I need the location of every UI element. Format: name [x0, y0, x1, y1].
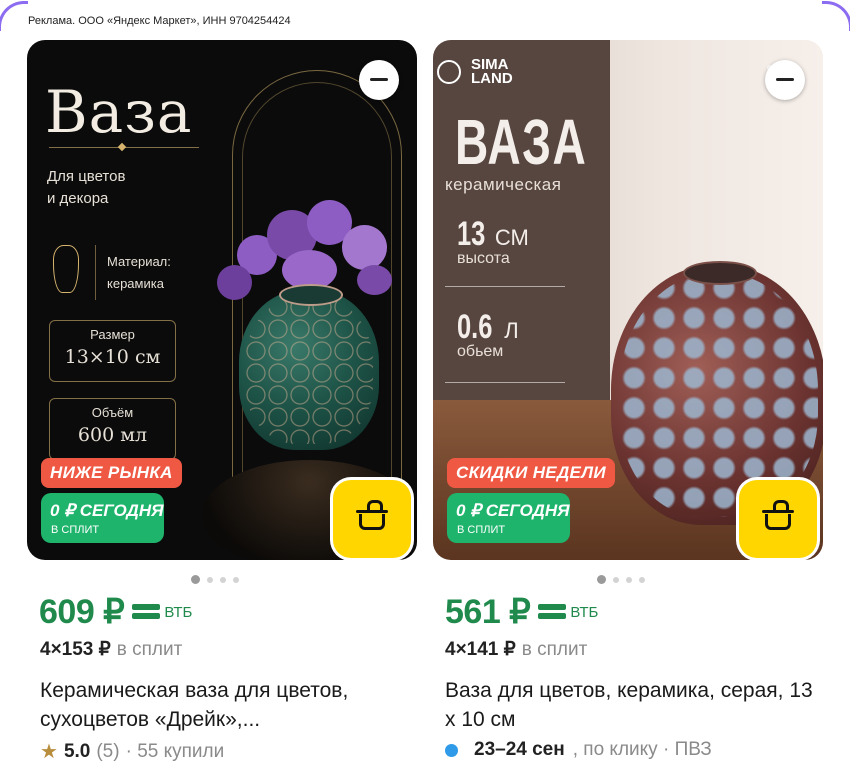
spec-size-box: Размер 13×10 см: [49, 320, 176, 382]
metric-unit: Л: [504, 318, 519, 343]
product-image[interactable]: SIMA LAND ВАЗА керамическая 13 СМ высота …: [433, 40, 823, 560]
banner-subtitle: Для цветов и декора: [47, 166, 125, 210]
split-badge: 0 ₽ СЕГОДНЯ В СПЛИТ: [41, 493, 164, 543]
subtitle-line: и декора: [47, 190, 109, 207]
add-to-cart-button[interactable]: [739, 480, 817, 558]
split-badge-title: 0 ₽ СЕГОДНЯ: [456, 501, 570, 520]
frame-corner-left: [0, 1, 28, 31]
metric-value: 0.6: [457, 308, 493, 346]
split-payment: 4×153 ₽ в сплит: [40, 638, 182, 661]
pagination-dot[interactable]: [220, 576, 226, 583]
split-word: в сплит: [521, 639, 588, 660]
product-title[interactable]: Керамическая ваза для цветов, сухоцветов…: [40, 676, 415, 734]
pagination-dot[interactable]: [233, 576, 239, 583]
volume-metric: 0.6 Л обьем: [457, 308, 519, 361]
delivery-details: , по клику · ПВЗ: [572, 739, 712, 760]
vase-photo: [239, 284, 379, 450]
brand-logo-icon: [437, 60, 461, 84]
split-payment: 4×141 ₽ в сплит: [445, 638, 587, 661]
rating-row: ★ 5.0 (5) · 55 купили: [40, 739, 224, 764]
brand-line: LAND: [471, 70, 513, 87]
hide-ad-button[interactable]: [359, 60, 399, 100]
pagination-dot[interactable]: [639, 576, 645, 583]
vase-outline-icon: [53, 245, 79, 293]
hide-ad-button[interactable]: [765, 60, 805, 100]
star-icon: ★: [40, 741, 58, 763]
subtitle-line: Для цветов: [47, 168, 126, 185]
spec-label: Размер: [90, 327, 135, 342]
pagination-dot[interactable]: [207, 576, 213, 583]
blue-dot-icon: [445, 743, 458, 757]
material-value: керамика: [107, 276, 164, 291]
review-count: (5): [96, 740, 120, 762]
material-label: Материал:: [107, 254, 171, 269]
image-pagination[interactable]: [597, 571, 652, 589]
banner-title: Ваза: [45, 78, 193, 146]
height-metric: 13 СМ высота: [457, 215, 529, 268]
price: 609 ₽: [39, 593, 125, 631]
promo-badge: СКИДКИ НЕДЕЛИ: [447, 458, 615, 488]
bank-name: ВТБ: [570, 603, 599, 621]
pagination-dot[interactable]: [597, 575, 606, 585]
split-badge-caption: В СПЛИТ: [457, 524, 506, 536]
basket-icon: [762, 500, 794, 530]
pagination-dot[interactable]: [626, 576, 632, 583]
bank-name: ВТБ: [164, 603, 193, 621]
divider: [445, 382, 565, 383]
delivery-row: 23–24 сен , по клику · ПВЗ: [445, 739, 712, 761]
banner-title: ВАЗА: [455, 106, 588, 178]
product-image[interactable]: Ваза Для цветов и декора Материал: керам…: [27, 40, 417, 560]
price-row: 561 ₽ ВТБ: [445, 592, 598, 632]
bank-card-icon: [538, 603, 567, 621]
add-to-cart-button[interactable]: [333, 480, 411, 558]
split-badge-caption: В СПЛИТ: [51, 524, 100, 536]
price: 561 ₽: [445, 593, 531, 631]
split-word: в сплит: [116, 639, 183, 660]
ad-disclaimer: Реклама. ООО «Яндекс Маркет», ИНН 970425…: [28, 15, 291, 27]
promo-badge: НИЖЕ РЫНКА: [41, 458, 182, 488]
rating-value: 5.0: [63, 740, 91, 762]
spec-value: 13×10 см: [64, 346, 161, 368]
banner-subtitle: керамическая: [445, 175, 562, 194]
basket-icon: [356, 500, 388, 530]
metric-value: 13: [457, 215, 486, 253]
split-amount: 4×153 ₽: [40, 639, 111, 660]
metric-unit: СМ: [494, 225, 529, 250]
spec-value: 600 мл: [77, 424, 148, 446]
divider: [95, 245, 96, 300]
spec-label: Объём: [91, 405, 134, 420]
brand-logo: SIMA LAND: [437, 57, 513, 87]
purchase-count: · 55 купили: [125, 740, 225, 762]
split-badge: 0 ₽ СЕГОДНЯ В СПЛИТ: [447, 493, 570, 543]
material-info: Материал: керамика: [107, 251, 171, 295]
split-amount: 4×141 ₽: [445, 639, 516, 660]
pagination-dot[interactable]: [613, 576, 619, 583]
spec-volume-box: Объём 600 мл: [49, 398, 176, 460]
split-badge-title: 0 ₽ СЕГОДНЯ: [50, 501, 164, 520]
frame-corner-right: [822, 1, 850, 31]
pagination-dot[interactable]: [191, 575, 200, 585]
divider: [445, 286, 565, 287]
bank-card-icon: [132, 603, 161, 621]
delivery-date: 23–24 сен: [474, 739, 565, 760]
price-row: 609 ₽ ВТБ: [39, 592, 192, 632]
product-title[interactable]: Ваза для цветов, керамика, серая, 13 х 1…: [445, 676, 820, 734]
image-pagination[interactable]: [191, 571, 246, 589]
